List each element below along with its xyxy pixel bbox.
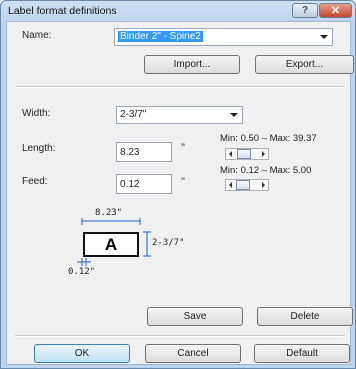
feed-value: 0.12	[120, 179, 140, 190]
feed-label: Feed:	[22, 176, 48, 187]
slider-right-arrow-icon[interactable]	[262, 151, 265, 157]
slider-thumb[interactable]	[235, 180, 250, 190]
preview-feed-label: 0.12"	[68, 267, 96, 277]
help-button[interactable]: ?	[292, 3, 318, 18]
save-button[interactable]: Save	[147, 307, 243, 326]
length-value: 8.23	[120, 147, 140, 158]
preview-length-label: 8.23"	[95, 208, 123, 218]
cancel-button[interactable]: Cancel	[145, 344, 241, 363]
close-button[interactable]: ✕	[319, 3, 352, 18]
width-label: Width:	[22, 108, 51, 119]
export-button[interactable]: Export...	[255, 55, 354, 74]
help-icon: ?	[301, 5, 309, 16]
slider-right-arrow-icon[interactable]	[262, 182, 265, 188]
import-button[interactable]: Import...	[144, 55, 240, 74]
ok-button[interactable]: OK	[34, 344, 130, 363]
dialog-body: Name: Binder 2" - Spine2 Import... Expor…	[6, 21, 354, 365]
feed-slider[interactable]	[225, 179, 269, 191]
name-combobox[interactable]: Binder 2" - Spine2	[114, 28, 333, 46]
preview-label-box: A	[83, 232, 139, 257]
feed-input[interactable]: 0.12	[116, 174, 172, 194]
name-label: Name:	[22, 30, 52, 41]
length-range: Min: 0.50 – Max: 39.37	[220, 133, 317, 144]
window-title: Label format definitions	[8, 5, 117, 17]
feed-range: Min: 0.12 – Max: 5.00	[220, 165, 312, 176]
separator	[15, 335, 345, 337]
length-input[interactable]: 8.23	[116, 142, 172, 162]
chevron-down-icon	[320, 35, 328, 39]
slider-left-arrow-icon[interactable]	[229, 151, 232, 157]
close-icon: ✕	[330, 5, 341, 17]
length-slider[interactable]	[225, 148, 269, 160]
separator	[15, 86, 345, 88]
slider-thumb[interactable]	[237, 149, 251, 159]
length-unit: "	[181, 142, 185, 154]
default-button[interactable]: Default	[254, 344, 350, 363]
width-combobox[interactable]: 2-3/7"	[116, 106, 243, 124]
width-value: 2-3/7"	[120, 109, 147, 120]
preview-letter: A	[104, 234, 118, 254]
dialog-window: Label format definitions ? ✕ Name: Binde…	[0, 0, 356, 369]
length-label: Length:	[22, 143, 56, 154]
title-bar[interactable]: Label format definitions ? ✕	[1, 1, 355, 21]
chevron-down-icon	[230, 113, 238, 117]
delete-button[interactable]: Delete	[257, 307, 353, 326]
name-value: Binder 2" - Spine2	[118, 31, 203, 42]
feed-unit: "	[181, 176, 185, 188]
slider-left-arrow-icon[interactable]	[229, 182, 232, 188]
preview-width-label: 2-3/7"	[152, 238, 185, 248]
